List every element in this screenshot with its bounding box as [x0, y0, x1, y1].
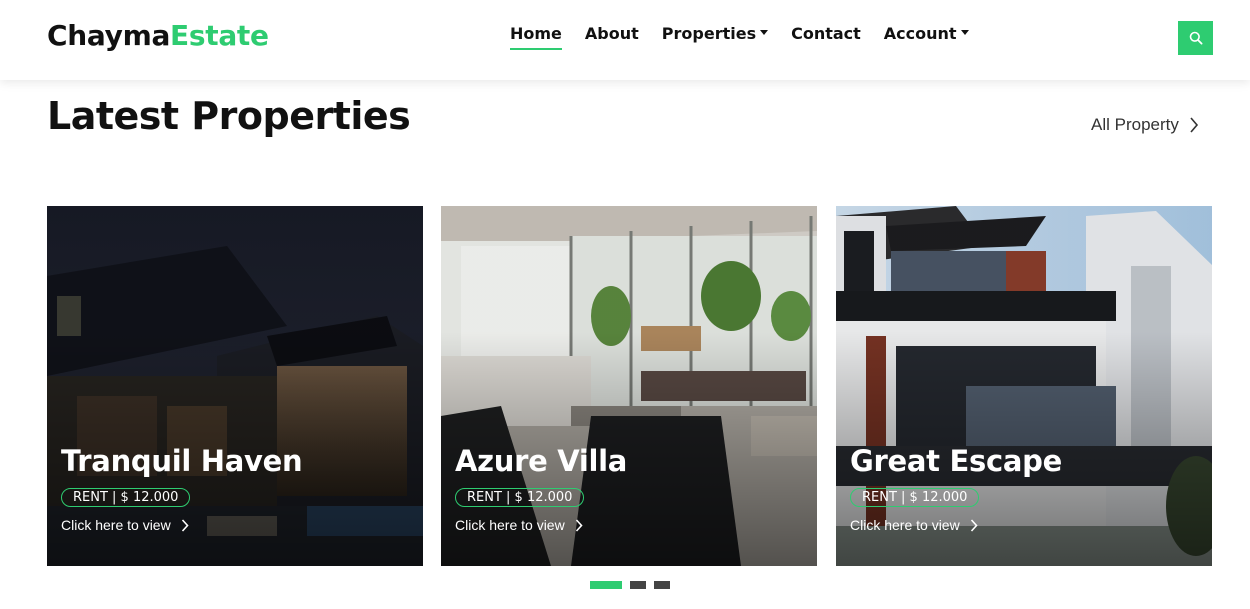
caret-down-icon: [960, 30, 969, 35]
view-property-label: Click here to view: [61, 517, 171, 533]
nav-home-label: Home: [510, 24, 562, 43]
view-property-label: Click here to view: [455, 517, 565, 533]
chevron-right-icon: [1190, 117, 1198, 133]
image-overlay: [836, 206, 1212, 566]
price-badge: RENT | $ 12.000: [850, 488, 980, 507]
nav-account[interactable]: Account: [884, 24, 969, 49]
chevron-right-icon: [970, 518, 978, 532]
property-title: Great Escape: [850, 444, 1062, 478]
carousel-dot[interactable]: [654, 581, 670, 589]
caret-down-icon: [760, 30, 769, 35]
all-property-label: All Property: [1091, 115, 1179, 134]
chevron-right-icon: [575, 518, 583, 532]
nav-about-label: About: [584, 24, 639, 43]
view-property-link[interactable]: Click here to view: [61, 517, 189, 533]
carousel-dot[interactable]: [590, 581, 622, 589]
logo[interactable]: ChaymaEstate: [47, 19, 269, 52]
property-title: Tranquil Haven: [61, 444, 303, 478]
price-badge: RENT | $ 12.000: [455, 488, 585, 507]
view-property-link[interactable]: Click here to view: [850, 517, 978, 533]
property-card[interactable]: Azure Villa RENT | $ 12.000 Click here t…: [441, 206, 817, 566]
page-title: Latest Properties: [47, 94, 411, 138]
price-badge: RENT | $ 12.000: [61, 488, 191, 507]
carousel-pagination: [590, 581, 670, 589]
nav-properties[interactable]: Properties: [661, 24, 769, 49]
nav-account-label: Account: [883, 24, 957, 43]
all-property-link[interactable]: All Property: [1091, 115, 1199, 135]
image-overlay: [47, 206, 423, 566]
image-overlay: [441, 206, 817, 566]
nav-contact-label: Contact: [791, 24, 861, 43]
logo-text-accent: Estate: [170, 19, 269, 52]
site-header: ChaymaEstate Home About Properties Conta…: [0, 0, 1250, 80]
search-icon: [1189, 31, 1203, 45]
property-title: Azure Villa: [455, 444, 628, 478]
view-property-link[interactable]: Click here to view: [455, 517, 583, 533]
nav-home[interactable]: Home: [510, 24, 562, 50]
carousel-dot[interactable]: [630, 581, 646, 589]
logo-text-primary: Chayma: [47, 19, 171, 52]
main-nav: Home About Properties Contact Account: [510, 24, 992, 50]
property-card[interactable]: Tranquil Haven RENT | $ 12.000 Click her…: [47, 206, 423, 566]
nav-properties-label: Properties: [661, 24, 757, 43]
property-card[interactable]: Great Escape RENT | $ 12.000 Click here …: [836, 206, 1212, 566]
view-property-label: Click here to view: [850, 517, 960, 533]
property-carousel: Tranquil Haven RENT | $ 12.000 Click her…: [47, 206, 1213, 566]
nav-contact[interactable]: Contact: [791, 24, 861, 49]
chevron-right-icon: [181, 518, 189, 532]
search-button[interactable]: [1178, 21, 1213, 55]
nav-about[interactable]: About: [585, 24, 639, 49]
